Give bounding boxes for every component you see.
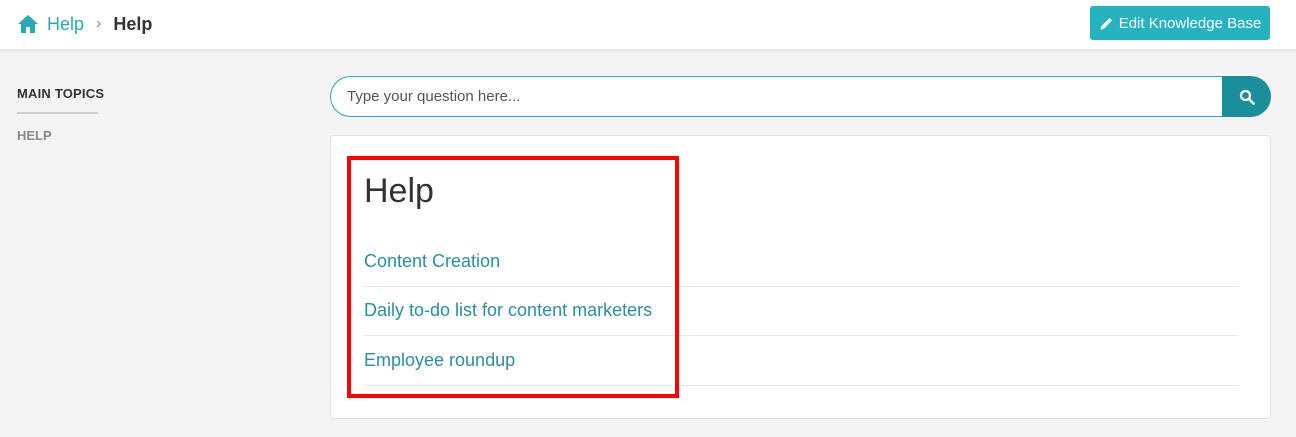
list-item: Employee roundup — [364, 336, 1239, 386]
article-link-employee-roundup[interactable]: Employee roundup — [364, 350, 515, 371]
search-icon — [1239, 89, 1255, 105]
breadcrumb-current: Help — [113, 13, 153, 34]
breadcrumb: Help › Help — [17, 12, 152, 36]
sidebar-heading: MAIN TOPICS — [17, 86, 104, 114]
list-item: Daily to-do list for content marketers — [364, 287, 1239, 336]
sidebar-item-help[interactable]: HELP — [17, 128, 98, 143]
top-bar: Help › Help Edit Knowledge Base — [0, 0, 1296, 50]
content-card: Help Content Creation Daily to-do list f… — [330, 135, 1271, 419]
search-button[interactable] — [1222, 76, 1271, 117]
article-link-daily-todo[interactable]: Daily to-do list for content marketers — [364, 300, 652, 321]
breadcrumb-link-help[interactable]: Help — [47, 14, 84, 35]
edit-knowledge-base-button[interactable]: Edit Knowledge Base — [1090, 6, 1270, 40]
search-bar — [330, 76, 1271, 117]
breadcrumb-separator: › — [96, 15, 102, 32]
search-input[interactable] — [330, 76, 1222, 117]
list-item: Content Creation — [364, 237, 1239, 287]
edit-button-label: Edit Knowledge Base — [1118, 14, 1262, 32]
article-list: Content Creation Daily to-do list for co… — [364, 237, 1239, 386]
sidebar: MAIN TOPICS HELP — [17, 86, 104, 143]
pencil-icon — [1099, 16, 1114, 31]
home-icon[interactable] — [17, 14, 39, 34]
page-title: Help — [364, 172, 434, 210]
article-link-content-creation[interactable]: Content Creation — [364, 251, 500, 272]
